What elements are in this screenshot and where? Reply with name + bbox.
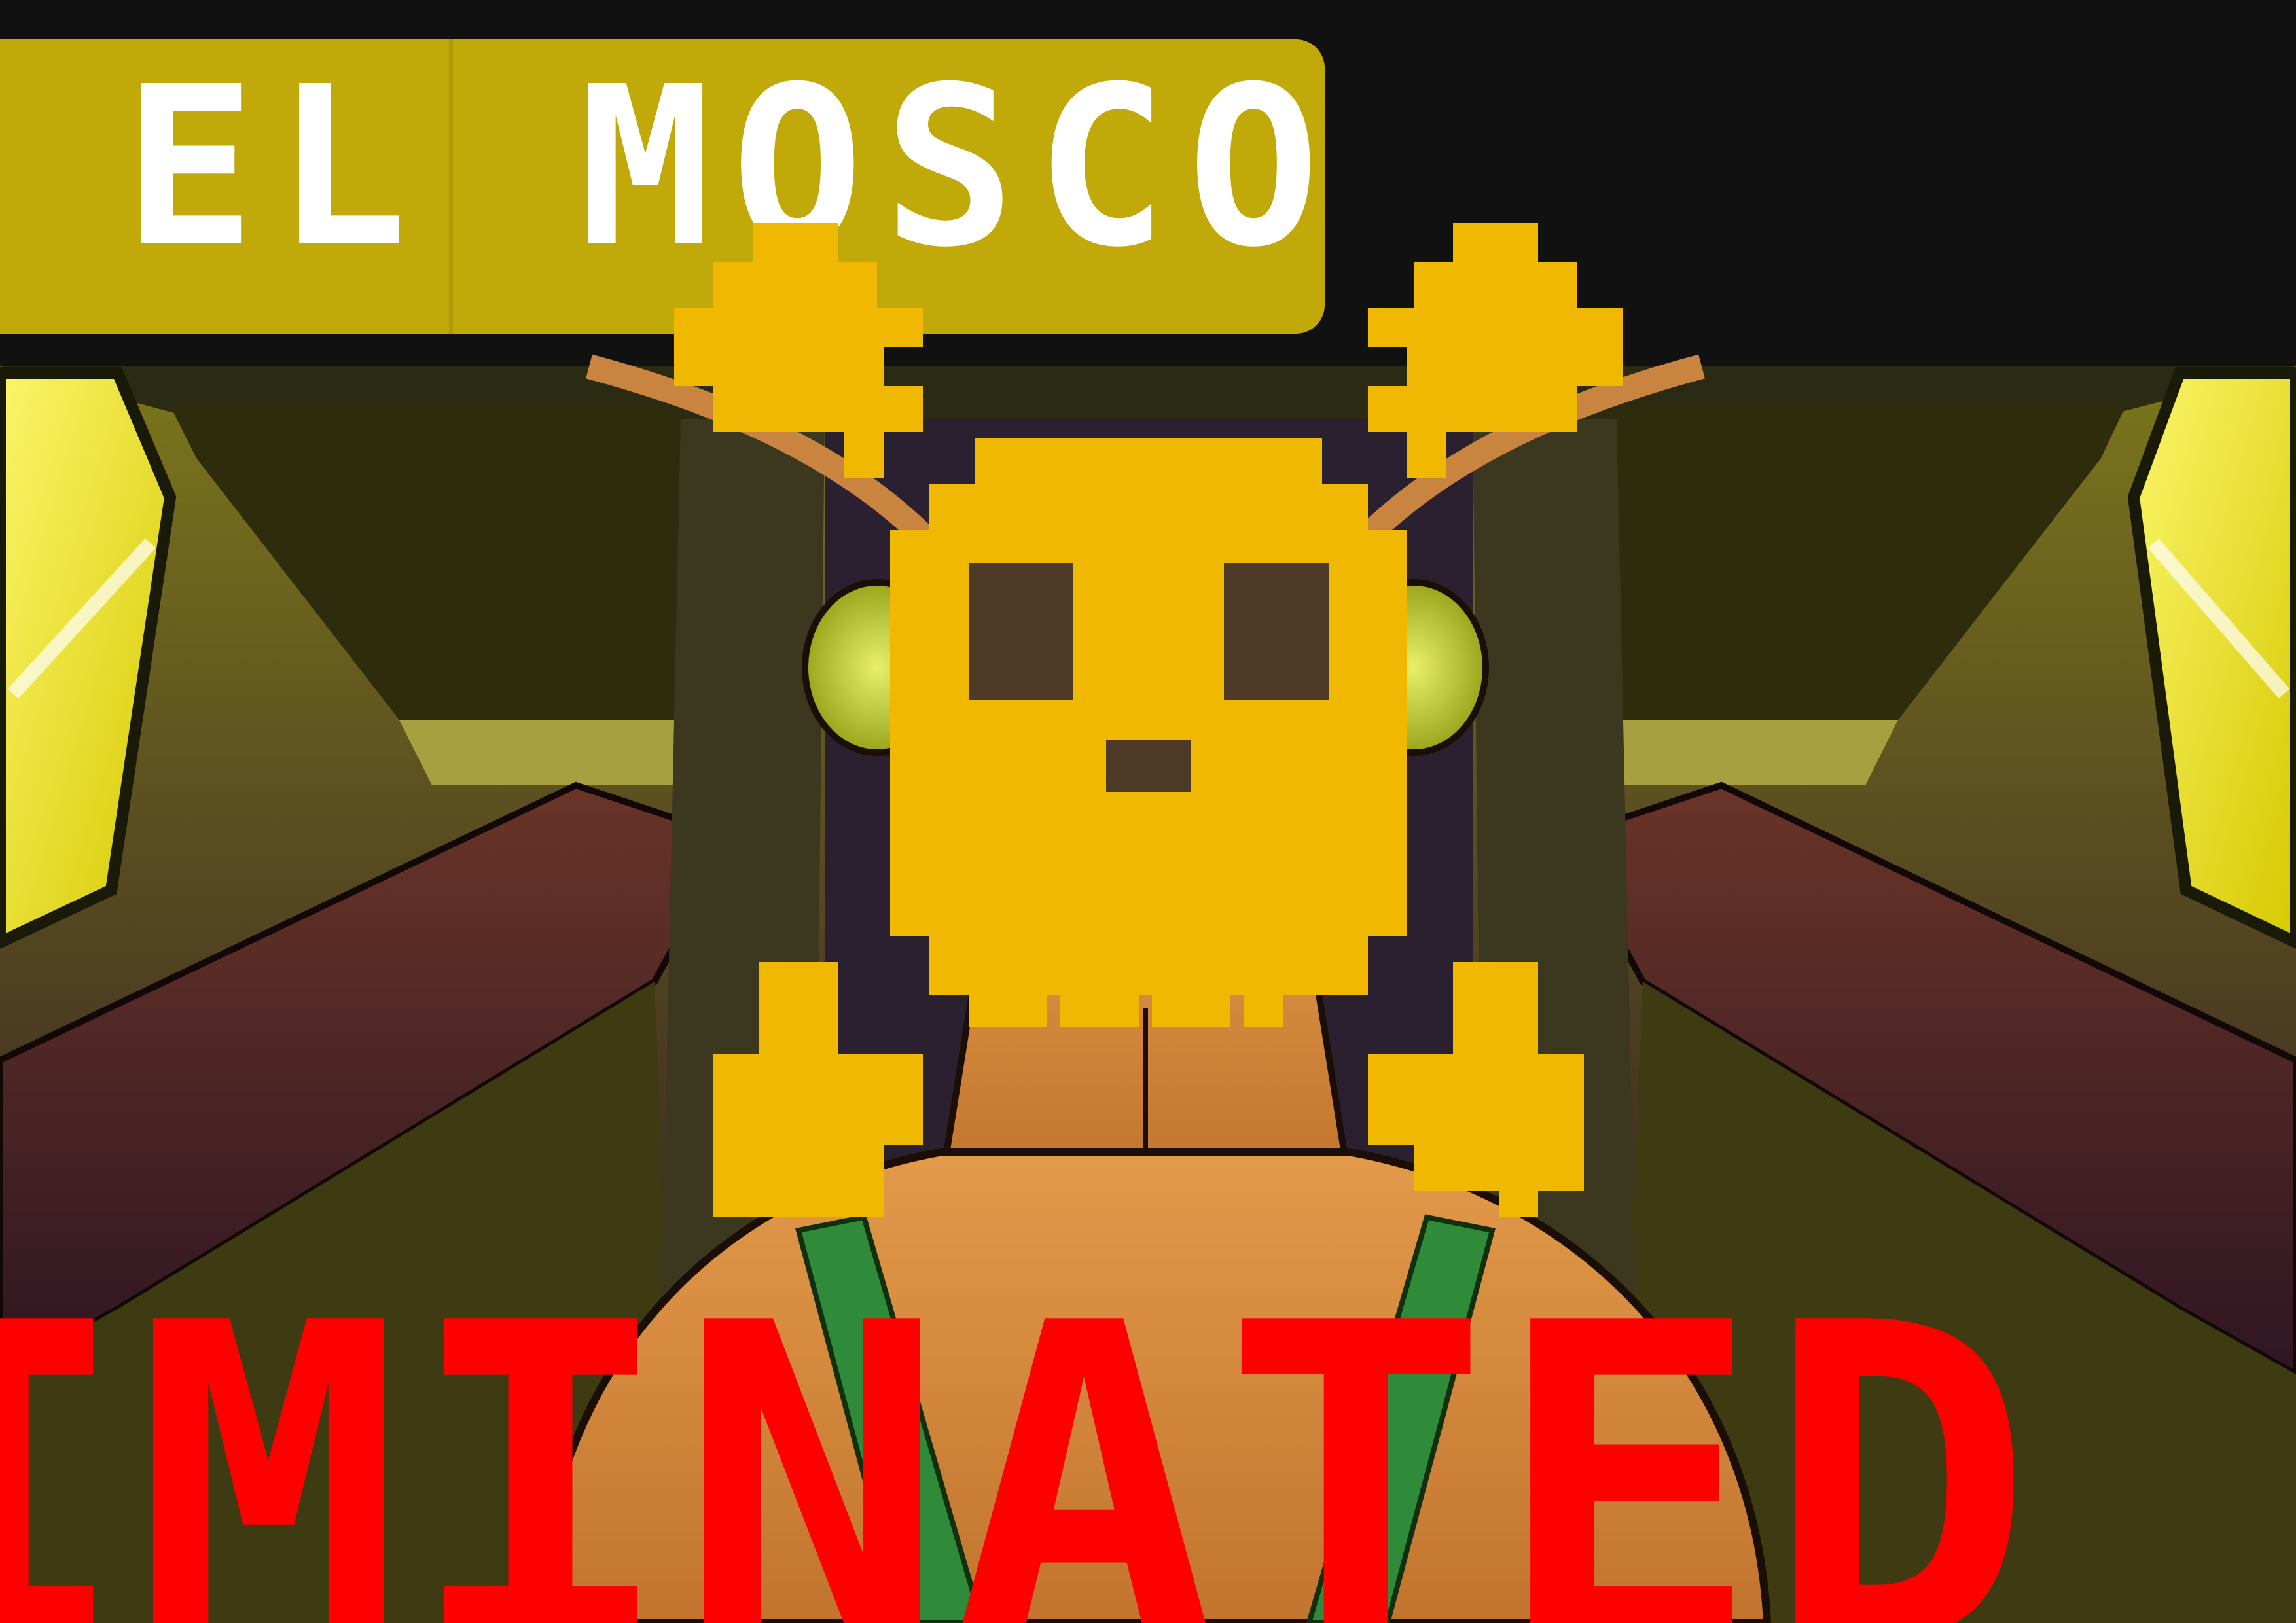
- right-wall-trim: [1610, 720, 1898, 785]
- character-name: EL MOSCO: [123, 40, 1340, 296]
- right-compound-eye: [1338, 579, 1489, 756]
- eliminated-status-text: IMINATED: [0, 1306, 2038, 1623]
- game-screen: EL MOSCO IMINATED: [0, 0, 2296, 1623]
- left-compound-eye: [802, 579, 952, 756]
- character-head: [906, 480, 1385, 881]
- left-wall-trim: [399, 720, 681, 785]
